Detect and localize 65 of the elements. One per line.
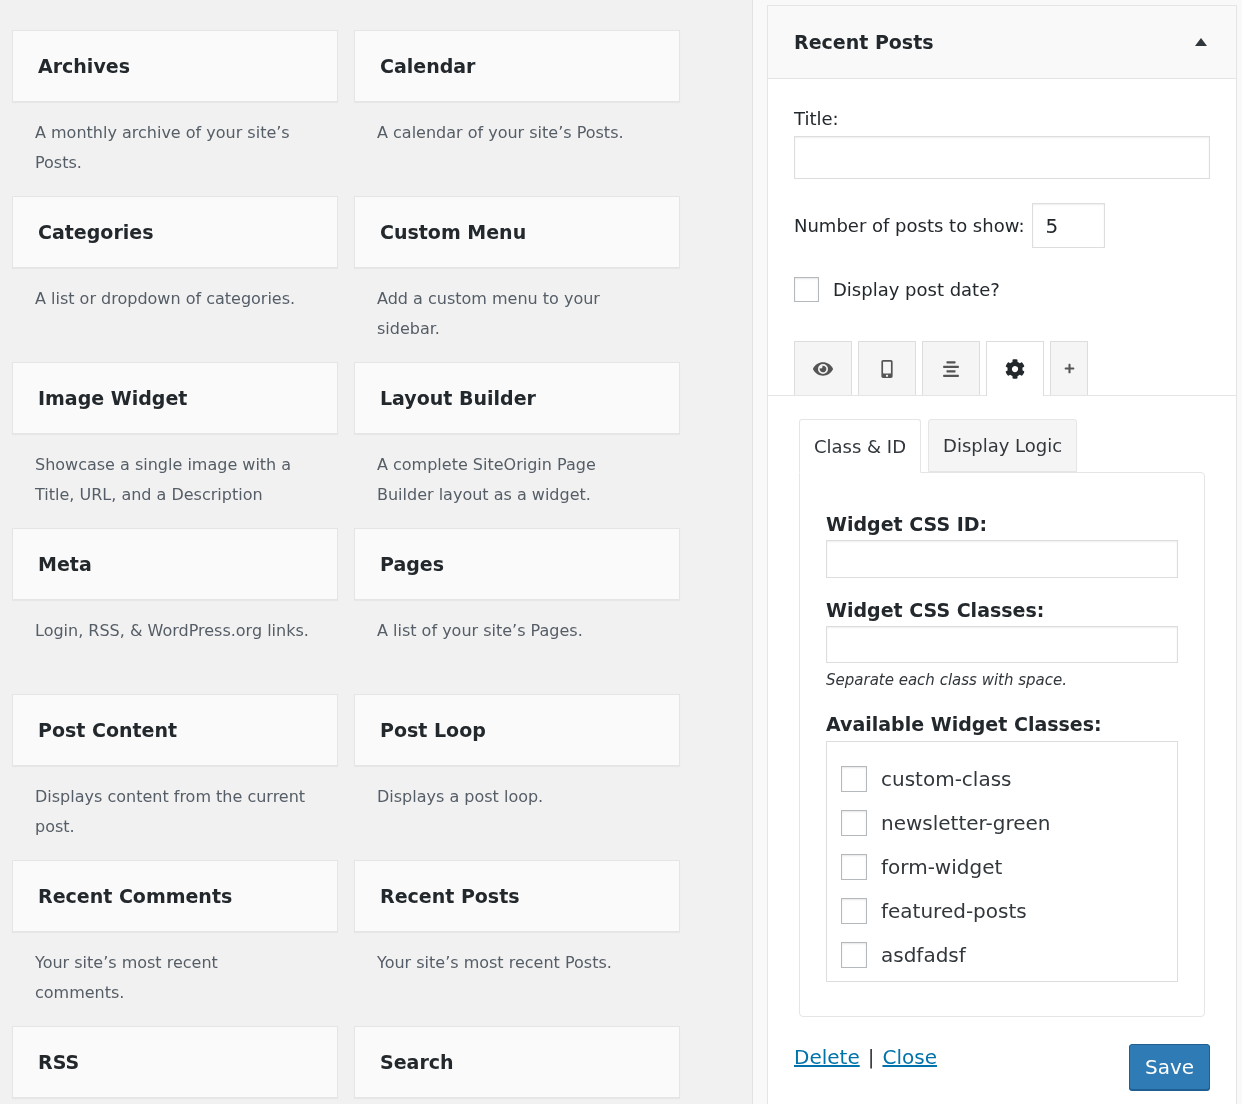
checkbox[interactable] bbox=[794, 277, 819, 302]
icon-tab[interactable] bbox=[794, 341, 852, 395]
widget-description: Displays content from the current post. bbox=[34, 786, 307, 838]
widget-card[interactable]: Post Loop bbox=[354, 694, 680, 766]
checkbox-label: asdfadsf bbox=[881, 942, 966, 968]
widget-description: Your site’s most recent comments. bbox=[34, 952, 219, 1004]
widget-description: Add a custom menu to your sidebar. bbox=[376, 288, 601, 340]
widget-card[interactable]: Custom Menu bbox=[354, 196, 680, 268]
align-center-icon bbox=[942, 359, 960, 378]
checkbox[interactable] bbox=[841, 810, 867, 836]
checkbox-label: newsletter-green bbox=[881, 810, 1051, 836]
checkbox[interactable] bbox=[841, 854, 867, 880]
widget-card[interactable]: RSS bbox=[12, 1026, 338, 1098]
widget-card[interactable]: Post Content bbox=[12, 694, 338, 766]
field-hint: Separate each class with space. bbox=[826, 670, 1068, 691]
widget-card[interactable]: Archives bbox=[12, 30, 338, 102]
input-field[interactable] bbox=[826, 540, 1178, 578]
settings-icon bbox=[1005, 359, 1025, 379]
input-field[interactable] bbox=[794, 136, 1210, 179]
widget-description: A list or dropdown of categories. bbox=[34, 288, 297, 310]
widget-card[interactable]: Recent Comments bbox=[12, 860, 338, 932]
icon-tab[interactable] bbox=[858, 341, 916, 395]
checkbox-label: featured-posts bbox=[881, 898, 1027, 924]
widget-card[interactable]: Meta bbox=[12, 528, 338, 600]
save-button[interactable]: Save bbox=[1129, 1044, 1210, 1090]
field-label: Number of posts to show: bbox=[794, 213, 1025, 238]
panel-header[interactable]: Recent Posts bbox=[768, 6, 1236, 79]
icon-tab[interactable] bbox=[986, 341, 1044, 396]
widget-description: A list of your site’s Pages. bbox=[376, 620, 584, 642]
checkbox[interactable] bbox=[841, 766, 867, 792]
widget-card[interactable]: Categories bbox=[12, 196, 338, 268]
widget-card[interactable]: Calendar bbox=[354, 30, 680, 102]
caret-icon[interactable] bbox=[1195, 38, 1207, 46]
widget-description: A calendar of your site’s Posts. bbox=[376, 122, 625, 144]
checkbox-label: form-widget bbox=[881, 854, 1003, 880]
field-label: Widget CSS ID: bbox=[826, 512, 989, 537]
input-field[interactable] bbox=[826, 626, 1178, 663]
widget-card[interactable]: Recent Posts bbox=[354, 860, 680, 932]
field-label: Available Widget Classes: bbox=[826, 712, 1103, 737]
widget-card[interactable]: Layout Builder bbox=[354, 362, 680, 434]
field-label: Title: bbox=[794, 107, 840, 131]
widget-description: Your site’s most recent Posts. bbox=[376, 952, 613, 974]
widget-description: A complete SiteOrigin Page Builder layout as a widget. bbox=[376, 454, 597, 506]
widget-description: Displays a post loop. bbox=[376, 786, 545, 808]
widget-description: Showcase a single image with a Title, URL, and a Description bbox=[34, 454, 293, 506]
link[interactable]: Close bbox=[882, 1045, 937, 1069]
widget-card[interactable]: Image Widget bbox=[12, 362, 338, 434]
panel-title: Recent Posts bbox=[794, 29, 934, 55]
checkbox[interactable] bbox=[841, 942, 867, 968]
link[interactable]: Delete bbox=[794, 1045, 860, 1069]
plus-icon bbox=[1063, 363, 1075, 374]
icon-tab[interactable] bbox=[922, 341, 980, 395]
checkbox-label: custom-class bbox=[881, 766, 1012, 792]
number-input[interactable]: 5 bbox=[1032, 203, 1106, 248]
tab[interactable]: Display Logic bbox=[928, 419, 1078, 472]
widget-description: A monthly archive of your site’s Posts. bbox=[34, 122, 291, 174]
checkbox[interactable] bbox=[841, 898, 867, 924]
widget-card[interactable]: Pages bbox=[354, 528, 680, 600]
widget-description: Login, RSS, & WordPress.org links. bbox=[34, 620, 310, 642]
link-separator: | bbox=[867, 1045, 875, 1069]
field-label: Widget CSS Classes: bbox=[826, 598, 1046, 623]
phone-icon bbox=[878, 359, 896, 378]
tab[interactable]: Class & ID bbox=[799, 419, 921, 473]
checkbox-label: Display post date? bbox=[833, 277, 1000, 302]
widget-card[interactable]: Search bbox=[354, 1026, 680, 1098]
